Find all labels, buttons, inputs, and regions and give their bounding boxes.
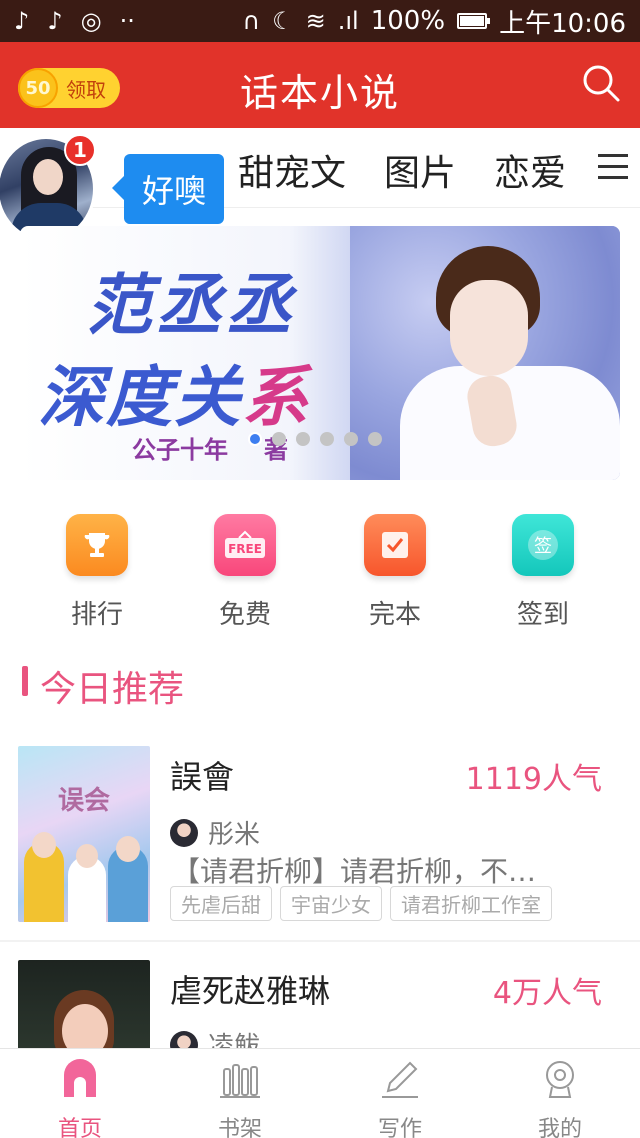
book-author-row: 凌鲅 (170, 1026, 260, 1048)
signal-icon: .ıl (337, 7, 359, 35)
book-tag[interactable]: 请君折柳工作室 (390, 886, 552, 921)
nav-profile-label: 我的 (537, 1117, 582, 1138)
book-tags: 先虐后甜 宇宙少女 请君折柳工作室 (170, 886, 552, 921)
author-name: 彤米 (208, 820, 261, 850)
menu-icon[interactable] (598, 154, 628, 180)
nav-profile[interactable]: 我的 (500, 1057, 620, 1138)
signin-label: 签到 (516, 600, 569, 630)
notification-badge: 1 (64, 134, 96, 166)
book-cover: 误会 (18, 746, 150, 922)
tiktok-icon: ♪ (14, 7, 30, 35)
banner-pagination (248, 432, 382, 446)
nav-bookshelf-label: 书架 (217, 1117, 262, 1138)
promo-banner[interactable]: 范丞丞 深度关系 公子十年著 (20, 226, 620, 480)
trophy-icon (66, 514, 128, 576)
alarm-icon: ☾ (272, 7, 294, 35)
completed-button[interactable]: 完本 (350, 514, 440, 631)
free-button[interactable]: FREE 免费 (200, 514, 290, 631)
author-name: 凌鲅 (208, 1032, 261, 1048)
tiktok-icon: ♪ (47, 7, 63, 35)
book-tag[interactable]: 宇宙少女 (280, 886, 382, 921)
book-author-row: 彤米 (170, 814, 260, 851)
app-title: 话本小说 (239, 71, 400, 115)
wifi-icon: ≋ (305, 7, 326, 35)
nav-home-label: 首页 (57, 1117, 102, 1138)
app-header: 50 领取 话本小说 (0, 42, 640, 128)
tab-sweet[interactable]: 甜宠文 (238, 144, 346, 196)
section-title: 今日推荐 (40, 669, 185, 710)
pagination-dot[interactable] (368, 432, 382, 446)
banner-title-line1: 范丞丞 (86, 266, 296, 344)
pagination-dot[interactable] (320, 432, 334, 446)
divider (0, 940, 640, 942)
free-label: 免费 (218, 600, 271, 630)
pagination-dot[interactable] (296, 432, 310, 446)
book-tag[interactable]: 先虐后甜 (170, 886, 272, 921)
pagination-dot[interactable] (272, 432, 286, 446)
book-cover (18, 960, 150, 1048)
pen-icon (382, 1061, 418, 1098)
battery-percent: 100% (370, 6, 446, 36)
signin-icon: 签 (512, 514, 574, 576)
svg-text:签: 签 (534, 536, 552, 557)
nav-write[interactable]: 写作 (340, 1057, 460, 1138)
cover-title: 误会 (57, 786, 110, 816)
tab-romance[interactable]: 恋爱 (494, 144, 566, 196)
nav-home[interactable]: 首页 (20, 1057, 140, 1138)
search-icon[interactable] (580, 62, 622, 104)
free-icon: FREE (214, 514, 276, 576)
battery-icon (457, 13, 491, 29)
headphones-icon: ∩ (242, 7, 261, 35)
home-icon (64, 1059, 96, 1097)
ranking-label: 排行 (70, 600, 123, 630)
author-avatar (170, 1030, 198, 1048)
book-description: 【请君折柳】请君折柳，不… (172, 855, 537, 888)
author-avatar (170, 818, 198, 847)
nav-bookshelf[interactable]: 书架 (180, 1057, 300, 1138)
tab-pictures[interactable]: 图片 (384, 144, 456, 196)
banner-title-line2: 深度关系 (38, 358, 310, 436)
book-title: 虐死赵雅琳 (170, 972, 331, 1010)
section-accent-bar (22, 666, 28, 696)
more-icon: ·· (119, 7, 135, 35)
status-bar: ♪ ♪ ◎ ·· ∩ ☾ ≋ .ıl 100% 上午10:06 (0, 0, 640, 42)
completed-label: 完本 (368, 600, 421, 630)
greeting-bubble[interactable]: 好噢 (112, 154, 224, 224)
book-popularity: 1119人气 (465, 762, 602, 797)
profile-icon (546, 1061, 574, 1098)
ranking-button[interactable]: 排行 (52, 514, 142, 631)
pagination-dot[interactable] (248, 432, 262, 446)
nav-write-label: 写作 (377, 1117, 422, 1138)
bookshelf-icon (220, 1064, 260, 1098)
svg-text:FREE: FREE (228, 542, 262, 556)
book-title: 誤會 (170, 758, 235, 796)
bottom-nav: 首页 书架 写作 我的 (0, 1048, 640, 1138)
book-popularity: 4万人气 (492, 976, 602, 1011)
signin-button[interactable]: 签 签到 (498, 514, 588, 631)
book-item[interactable]: 虐死赵雅琳 4万人气 凌鲅 (0, 960, 640, 1048)
check-note-icon (364, 514, 426, 576)
chrome-icon: ◎ (80, 7, 102, 35)
book-item[interactable]: 误会 誤會 1119人气 彤米 【请君折柳】请君折柳，不… 先虐后甜 宇宙少女 … (0, 746, 640, 926)
pagination-dot[interactable] (344, 432, 358, 446)
clock: 上午10:06 (499, 8, 626, 39)
